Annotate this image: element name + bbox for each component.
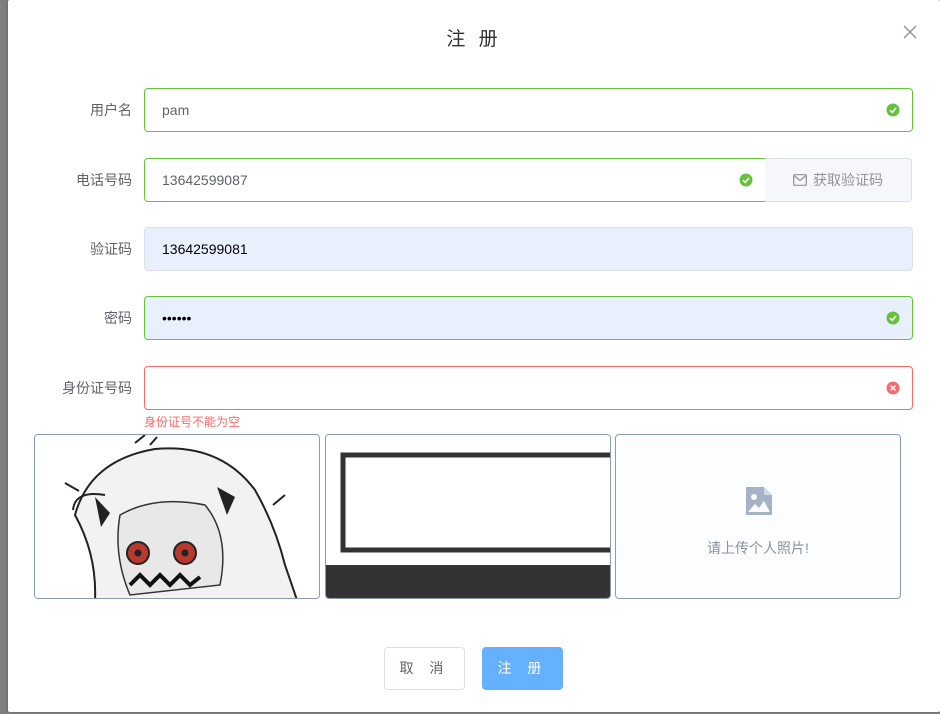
- uploaded-photo-1[interactable]: [34, 434, 320, 599]
- phone-input[interactable]: 13642599087: [144, 158, 766, 202]
- error-icon: [886, 381, 900, 395]
- password-row: 密码 ••••••: [8, 296, 940, 340]
- password-input[interactable]: ••••••: [144, 296, 913, 340]
- password-value: ••••••: [162, 310, 192, 326]
- success-icon: [886, 103, 900, 117]
- close-icon[interactable]: [900, 22, 920, 42]
- username-value: pam: [162, 102, 190, 118]
- success-icon: [886, 311, 900, 325]
- success-icon: [739, 173, 753, 187]
- register-button[interactable]: 注 册: [482, 647, 563, 690]
- background-page-edge: [0, 0, 8, 714]
- dialog-title: 注 册: [446, 29, 502, 50]
- upload-photo-area[interactable]: 请上传个人照片!: [615, 434, 901, 599]
- password-label: 密码: [104, 310, 132, 326]
- code-value: 13642599081: [162, 241, 248, 257]
- id-number-label: 身份证号码: [62, 380, 132, 396]
- code-row: 验证码 13642599081: [8, 227, 940, 271]
- id-number-row: 身份证号码: [8, 366, 940, 410]
- username-input[interactable]: pam: [144, 88, 913, 132]
- phone-value: 13642599087: [162, 172, 248, 188]
- uploaded-photo-2[interactable]: [325, 434, 611, 599]
- cancel-button[interactable]: 取 消: [384, 647, 465, 690]
- username-row: 用户名 pam: [8, 88, 940, 132]
- get-code-label: 获取验证码: [813, 172, 883, 188]
- id-number-error: 身份证号不能为空: [144, 415, 241, 429]
- code-label: 验证码: [90, 241, 132, 257]
- upload-hint: 请上传个人照片!: [707, 540, 809, 556]
- phone-label: 电话号码: [76, 172, 132, 188]
- code-input[interactable]: 13642599081: [144, 227, 913, 271]
- get-code-button[interactable]: 获取验证码: [765, 158, 912, 202]
- phone-row: 电话号码 13642599087 获取验证码: [8, 158, 940, 202]
- username-label: 用户名: [90, 102, 132, 118]
- screenshot-image: [326, 435, 610, 598]
- register-dialog: 注 册 用户名 pam 电话号码 13642599087 获取验证码 验证码 1…: [8, 0, 940, 712]
- cartoon-image: [35, 435, 319, 598]
- mail-icon: [793, 174, 807, 186]
- id-number-input[interactable]: [144, 366, 913, 410]
- image-icon: [746, 487, 772, 515]
